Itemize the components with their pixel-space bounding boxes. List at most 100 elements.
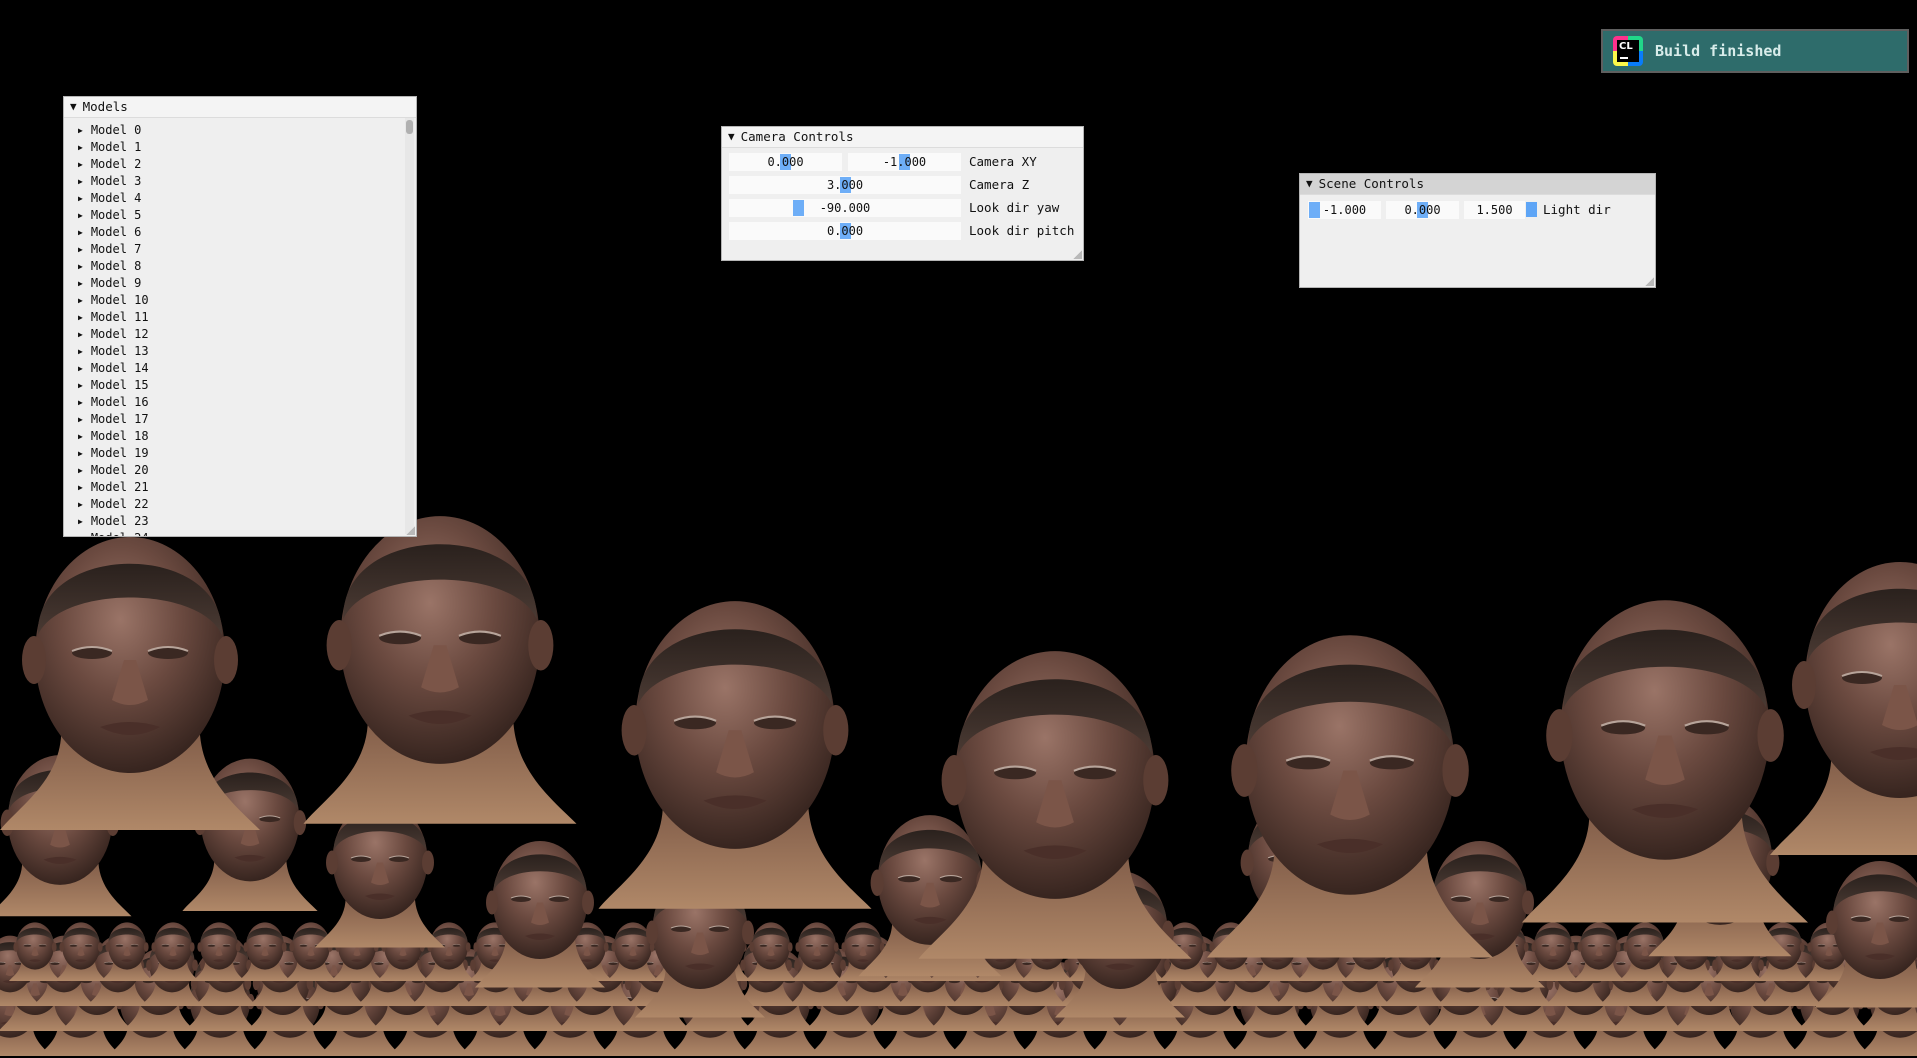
expand-arrow-icon[interactable]: ▶ — [78, 360, 83, 377]
collapse-arrow-icon[interactable]: ▼ — [728, 127, 735, 147]
light-dir-y-slider[interactable]: 0.000 — [1386, 201, 1459, 219]
collapse-arrow-icon[interactable]: ▼ — [1306, 174, 1313, 194]
look-pitch-value: 0.000 — [826, 224, 864, 238]
expand-arrow-icon[interactable]: ▶ — [78, 326, 83, 343]
model-tree-item[interactable]: ▶ Model 2 — [64, 156, 402, 173]
model-tree-item[interactable]: ▶ Model 7 — [64, 241, 402, 258]
model-tree-item-label: Model 0 — [90, 123, 142, 137]
collapse-arrow-icon[interactable]: ▼ — [70, 97, 77, 117]
expand-arrow-icon[interactable]: ▶ — [78, 292, 83, 309]
models-window-title: Models — [82, 99, 128, 114]
model-tree-item[interactable]: ▶ Model 14 — [64, 360, 402, 377]
scene-window-title: Scene Controls — [1318, 176, 1424, 191]
resize-grip-icon[interactable] — [1072, 249, 1082, 259]
expand-arrow-icon[interactable]: ▶ — [78, 530, 83, 536]
model-tree-item[interactable]: ▶ Model 0 — [64, 122, 402, 139]
camera-xy-label: Camera XY — [969, 154, 1037, 169]
model-tree-item[interactable]: ▶ Model 12 — [64, 326, 402, 343]
light-dir-z-grab-handle[interactable] — [1526, 202, 1537, 217]
light-dir-x-slider[interactable]: -1.000 — [1308, 201, 1381, 219]
look-yaw-label: Look dir yaw — [969, 200, 1060, 215]
light-dir-label: Light dir — [1543, 202, 1611, 217]
camera-window-title: Camera Controls — [740, 129, 854, 144]
model-tree-item[interactable]: ▶ Model 8 — [64, 258, 402, 275]
light-dir-z-slider[interactable]: 1.500 — [1464, 201, 1525, 219]
model-tree-item-label: Model 3 — [90, 174, 142, 188]
look-pitch-slider[interactable]: 0.000 — [729, 222, 961, 240]
camera-x-drag-field[interactable]: 0.000 — [729, 153, 842, 171]
model-tree-item[interactable]: ▶ Model 19 — [64, 445, 402, 462]
expand-arrow-icon[interactable]: ▶ — [78, 479, 83, 496]
model-tree-item[interactable]: ▶ Model 21 — [64, 479, 402, 496]
expand-arrow-icon[interactable]: ▶ — [78, 428, 83, 445]
model-tree-item[interactable]: ▶ Model 18 — [64, 428, 402, 445]
scene-window-titlebar[interactable]: ▼ Scene Controls — [1300, 174, 1655, 195]
model-tree-item[interactable]: ▶ Model 16 — [64, 394, 402, 411]
model-tree-item-label: Model 4 — [90, 191, 142, 205]
model-tree-item-label: Model 9 — [90, 276, 142, 290]
model-tree-item[interactable]: ▶ Model 5 — [64, 207, 402, 224]
expand-arrow-icon[interactable]: ▶ — [78, 343, 83, 360]
scene-controls-window[interactable]: ▼ Scene Controls -1.000 0.000 1.500 Ligh… — [1299, 173, 1656, 288]
model-tree-item-label: Model 6 — [90, 225, 142, 239]
expand-arrow-icon[interactable]: ▶ — [78, 445, 83, 462]
model-tree-item[interactable]: ▶ Model 6 — [64, 224, 402, 241]
model-tree-item[interactable]: ▶ Model 11 — [64, 309, 402, 326]
slider-grab-handle[interactable] — [1309, 202, 1320, 218]
expand-arrow-icon[interactable]: ▶ — [78, 309, 83, 326]
model-tree-item[interactable]: ▶ Model 15 — [64, 377, 402, 394]
camera-window-titlebar[interactable]: ▼ Camera Controls — [722, 127, 1083, 148]
expand-arrow-icon[interactable]: ▶ — [78, 241, 83, 258]
expand-arrow-icon[interactable]: ▶ — [78, 156, 83, 173]
expand-arrow-icon[interactable]: ▶ — [78, 377, 83, 394]
camera-y-drag-field[interactable]: -1.000 — [848, 153, 961, 171]
expand-arrow-icon[interactable]: ▶ — [78, 122, 83, 139]
expand-arrow-icon[interactable]: ▶ — [78, 275, 83, 292]
model-tree-item-label: Model 18 — [90, 429, 149, 443]
camera-z-drag-field[interactable]: 3.000 — [729, 176, 961, 194]
resize-grip-icon[interactable] — [1644, 276, 1654, 286]
camera-z-value: 3.000 — [826, 178, 864, 192]
expand-arrow-icon[interactable]: ▶ — [78, 190, 83, 207]
model-tree-item[interactable]: ▶ Model 22 — [64, 496, 402, 513]
model-tree-item[interactable]: ▶ Model 1 — [64, 139, 402, 156]
expand-arrow-icon[interactable]: ▶ — [78, 139, 83, 156]
expand-arrow-icon[interactable]: ▶ — [78, 207, 83, 224]
models-scrollbar-thumb[interactable] — [406, 120, 413, 134]
models-scrollbar[interactable] — [405, 118, 414, 534]
expand-arrow-icon[interactable]: ▶ — [78, 258, 83, 275]
model-tree-item-label: Model 2 — [90, 157, 142, 171]
expand-arrow-icon[interactable]: ▶ — [78, 496, 83, 513]
model-tree-item[interactable]: ▶ Model 4 — [64, 190, 402, 207]
slider-grab-handle[interactable] — [793, 200, 804, 216]
model-tree-item[interactable]: ▶ Model 13 — [64, 343, 402, 360]
light-dir-y-value: 0.000 — [1404, 203, 1441, 217]
model-tree-item[interactable]: ▶ Model 3 — [64, 173, 402, 190]
light-dir-z-value: 1.500 — [1476, 203, 1513, 217]
resize-grip-icon[interactable] — [405, 525, 415, 535]
models-window-titlebar[interactable]: ▼ Models — [64, 97, 416, 118]
model-tree-item[interactable]: ▶ Model 23 — [64, 513, 402, 530]
look-yaw-slider[interactable]: -90.000 — [729, 199, 961, 217]
model-tree-item[interactable]: ▶ Model 20 — [64, 462, 402, 479]
build-finished-notification[interactable]: CL Build finished — [1601, 29, 1909, 73]
model-tree-item[interactable]: ▶ Model 24 — [64, 530, 402, 536]
expand-arrow-icon[interactable]: ▶ — [78, 394, 83, 411]
expand-arrow-icon[interactable]: ▶ — [78, 173, 83, 190]
model-tree-item-label: Model 21 — [90, 480, 149, 494]
model-tree-item-label: Model 13 — [90, 344, 149, 358]
model-tree-item[interactable]: ▶ Model 9 — [64, 275, 402, 292]
camera-controls-window[interactable]: ▼ Camera Controls 0.000 -1.000 Camera XY… — [721, 126, 1084, 261]
expand-arrow-icon[interactable]: ▶ — [78, 462, 83, 479]
model-tree-item[interactable]: ▶ Model 17 — [64, 411, 402, 428]
head-model-render — [597, 600, 873, 910]
expand-arrow-icon[interactable]: ▶ — [78, 224, 83, 241]
look-yaw-value: -90.000 — [819, 201, 871, 215]
model-tree-item[interactable]: ▶ Model 10 — [64, 292, 402, 309]
model-tree-item-label: Model 15 — [90, 378, 149, 392]
expand-arrow-icon[interactable]: ▶ — [78, 513, 83, 530]
models-window[interactable]: ▼ Models ▶ Model 0 ▶ Model 1 ▶ Model 2 ▶ Model … — [63, 96, 417, 537]
model-tree-item-label: Model 16 — [90, 395, 149, 409]
expand-arrow-icon[interactable]: ▶ — [78, 411, 83, 428]
model-tree-item-label: Model 10 — [90, 293, 149, 307]
